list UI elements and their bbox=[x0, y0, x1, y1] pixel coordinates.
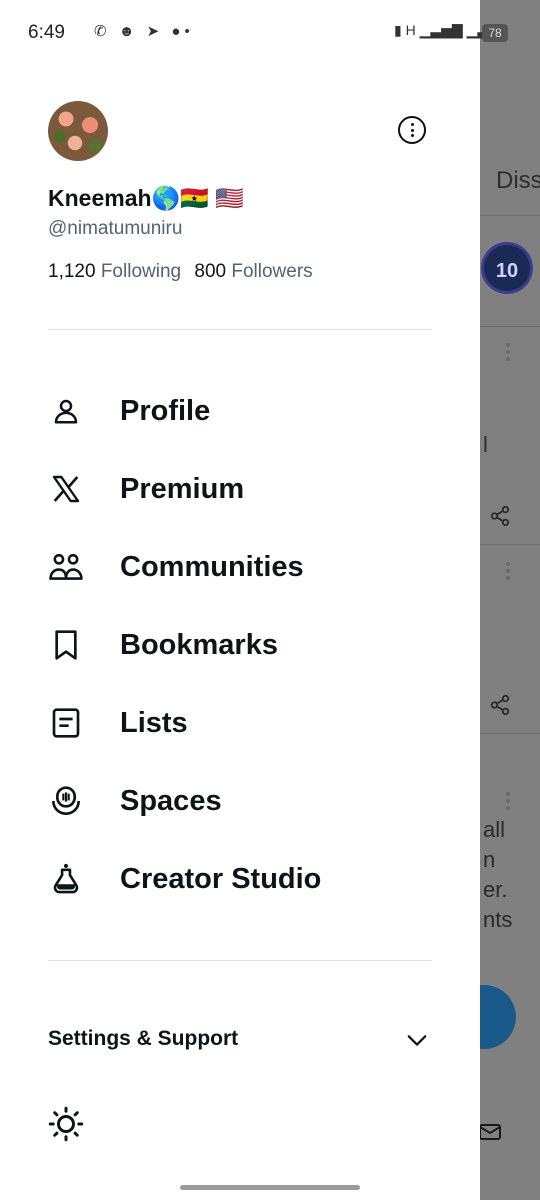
background-divider bbox=[480, 544, 540, 545]
divider bbox=[48, 329, 432, 330]
background-divider bbox=[480, 326, 540, 327]
background-divider bbox=[480, 733, 540, 734]
messages-icon bbox=[479, 1124, 501, 1140]
menu-item-label: Profile bbox=[120, 394, 211, 427]
settings-support-toggle[interactable]: Settings & Support bbox=[48, 1027, 432, 1057]
background-more-icon bbox=[506, 792, 510, 813]
navigation-drawer: 6:49 ✆ ☻ ➤ ●• ▮ H ▁▃▅▇ ▁▃▅ Kneemah🌎🇬🇭 🇺🇸… bbox=[0, 0, 499, 1200]
menu-item-label: Spaces bbox=[120, 784, 222, 817]
more-options-icon[interactable] bbox=[398, 116, 426, 144]
followers-count: 800 bbox=[194, 261, 227, 282]
display-theme-button[interactable] bbox=[48, 1106, 84, 1142]
background-text: nts bbox=[483, 907, 513, 932]
background-text: l bbox=[483, 432, 488, 457]
background-divider bbox=[480, 215, 540, 216]
background-text: all bbox=[483, 817, 506, 842]
menu-item-lists[interactable]: Lists bbox=[48, 698, 448, 748]
network-type: H bbox=[405, 22, 416, 38]
background-text: n bbox=[483, 847, 496, 872]
menu-item-spaces[interactable]: Spaces bbox=[48, 776, 448, 826]
menu-item-creator-studio[interactable]: Creator Studio bbox=[48, 854, 448, 904]
person-icon bbox=[48, 393, 84, 429]
following-link[interactable]: 1,120 Following bbox=[48, 261, 181, 282]
sun-icon bbox=[48, 1106, 84, 1142]
menu-item-label: Bookmarks bbox=[120, 628, 278, 661]
battery-indicator: 78 bbox=[482, 24, 508, 42]
following-count: 1,120 bbox=[48, 261, 96, 282]
menu-item-communities[interactable]: Communities bbox=[48, 542, 448, 592]
followers-link[interactable]: 800 Followers bbox=[194, 261, 312, 282]
bookmark-icon bbox=[48, 627, 84, 663]
followers-label: Followers bbox=[231, 261, 313, 282]
background-badge: 10 bbox=[481, 242, 533, 294]
menu-item-label: Creator Studio bbox=[120, 862, 322, 895]
background-more-icon bbox=[506, 562, 510, 583]
background-tab-partial: Diss bbox=[496, 167, 540, 194]
settings-support-label: Settings & Support bbox=[48, 1027, 239, 1050]
share-icon bbox=[490, 694, 510, 716]
follow-stats: 1,120 Following 800 Followers bbox=[48, 261, 313, 283]
divider bbox=[48, 960, 432, 961]
menu-item-bookmarks[interactable]: Bookmarks bbox=[48, 620, 448, 670]
user-handle: @nimatumuniru bbox=[48, 218, 183, 239]
background-more-icon bbox=[506, 343, 510, 364]
following-label: Following bbox=[100, 261, 182, 282]
status-bar-right: 78 bbox=[480, 0, 540, 68]
menu-item-profile[interactable]: Profile bbox=[48, 386, 448, 436]
list-icon bbox=[48, 705, 84, 741]
creator-studio-icon bbox=[48, 861, 84, 897]
communities-icon bbox=[48, 549, 84, 585]
home-indicator[interactable] bbox=[180, 1185, 360, 1190]
avatar[interactable] bbox=[48, 101, 108, 161]
menu-item-label: Communities bbox=[120, 550, 304, 583]
spaces-icon bbox=[48, 783, 84, 819]
status-bar: 6:49 ✆ ☻ ➤ ●• ▮ H ▁▃▅▇ ▁▃▅ bbox=[0, 0, 540, 68]
chevron-down-icon bbox=[407, 1035, 427, 1046]
menu-item-label: Lists bbox=[120, 706, 188, 739]
background-text: er. bbox=[483, 877, 508, 902]
notification-icons: ✆ ☻ ➤ ●• bbox=[94, 23, 194, 40]
x-logo-icon bbox=[48, 471, 84, 507]
menu-item-premium[interactable]: Premium bbox=[48, 464, 448, 514]
menu-item-label: Premium bbox=[120, 472, 245, 505]
share-icon bbox=[490, 505, 510, 527]
status-time: 6:49 bbox=[28, 22, 65, 43]
display-name: Kneemah🌎🇬🇭 🇺🇸 bbox=[48, 185, 244, 211]
